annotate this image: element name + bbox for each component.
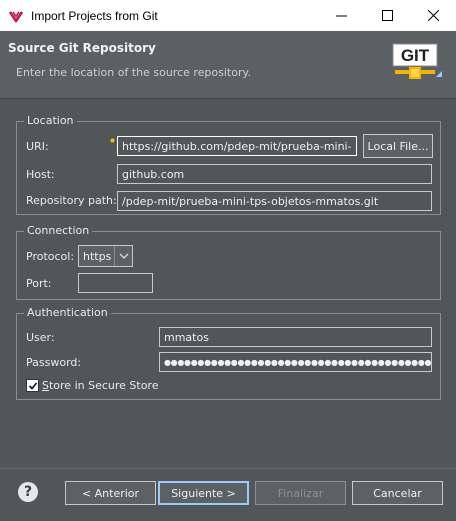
required-marker-icon xyxy=(110,133,115,143)
store-secure-checkbox[interactable] xyxy=(26,379,39,392)
repository-path-input[interactable]: /pdep-mit/prueba-mini-tps-objetos-mmatos… xyxy=(117,191,432,211)
maximize-icon xyxy=(381,10,393,21)
maximize-button[interactable] xyxy=(364,0,410,31)
location-legend: Location xyxy=(24,114,77,127)
host-input[interactable]: github.com xyxy=(117,164,432,184)
next-button[interactable]: Siguiente > xyxy=(158,481,249,505)
finish-button[interactable]: Finalizar xyxy=(255,481,346,505)
minimize-icon xyxy=(335,15,347,17)
user-label: User: xyxy=(26,331,55,344)
help-icon[interactable]: ? xyxy=(18,482,38,502)
uri-label: URI: xyxy=(26,140,49,153)
title-bar: Import Projects from Git xyxy=(0,0,456,31)
checkmark-icon xyxy=(28,381,37,390)
protocol-select[interactable]: https xyxy=(78,245,133,267)
host-label: Host: xyxy=(26,168,55,181)
window-title: Import Projects from Git xyxy=(31,8,158,23)
port-label: Port: xyxy=(26,277,52,290)
chevron-down-icon xyxy=(114,246,132,266)
user-input[interactable]: mmatos xyxy=(159,327,432,347)
protocol-label: Protocol: xyxy=(26,250,75,263)
local-file-button[interactable]: Local File... xyxy=(363,134,433,158)
store-secure-label: Store in Secure Store xyxy=(42,379,159,392)
close-icon xyxy=(427,10,439,21)
page-description: Enter the location of the source reposit… xyxy=(16,66,251,79)
password-label: Password: xyxy=(26,356,82,369)
port-input[interactable] xyxy=(78,273,153,293)
eclipse-app-icon xyxy=(7,7,25,25)
footer-divider xyxy=(0,468,456,469)
cancel-button[interactable]: Cancelar xyxy=(352,481,443,505)
protocol-value: https xyxy=(83,249,112,263)
git-logo-text: GIT xyxy=(401,46,430,65)
back-button[interactable]: < Anterior xyxy=(65,481,156,505)
wizard-banner: Source Git Repository Enter the location… xyxy=(0,31,456,99)
repository-path-label: Repository path: xyxy=(26,194,117,207)
authentication-legend: Authentication xyxy=(24,306,111,319)
connection-legend: Connection xyxy=(24,224,93,237)
password-input[interactable]: ●●●●●●●●●●●●●●●●●●●●●●●●●●●●●●●●●●●●●●●●… xyxy=(159,352,432,372)
uri-input[interactable]: https://github.com/pdep-mit/prueba-mini- xyxy=(117,136,357,156)
git-logo-icon: GIT xyxy=(392,43,444,85)
close-button[interactable] xyxy=(410,0,456,31)
page-title: Source Git Repository xyxy=(8,41,156,55)
minimize-button[interactable] xyxy=(318,0,364,31)
